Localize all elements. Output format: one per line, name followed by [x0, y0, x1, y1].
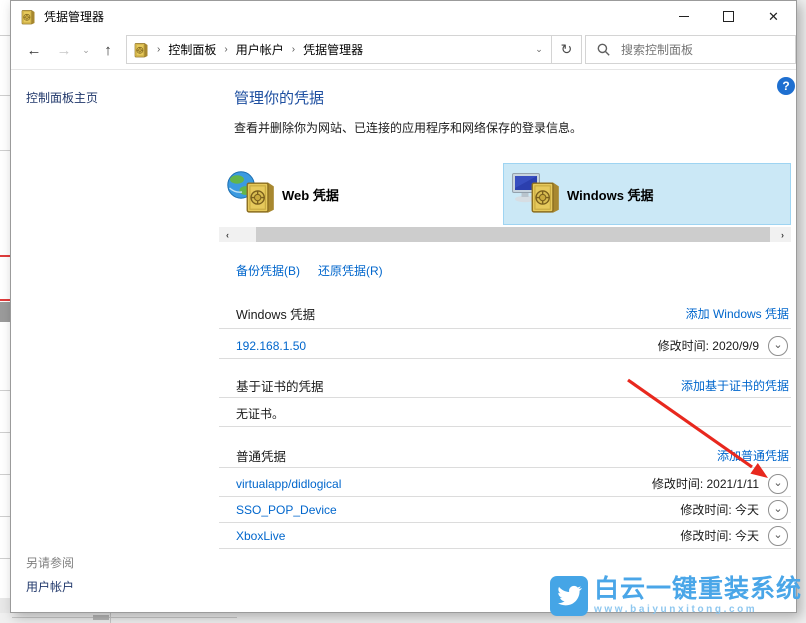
- minimize-icon: [679, 16, 689, 17]
- scrollbar-track[interactable]: [236, 227, 774, 242]
- tab-label: Windows 凭据: [567, 185, 654, 204]
- credential-row: SSO_POP_Device 修改时间: 今天 ⌄: [219, 497, 791, 522]
- scroll-left-icon[interactable]: ‹: [219, 227, 236, 242]
- divider: [219, 358, 791, 359]
- divider: [219, 548, 791, 549]
- credential-name-link[interactable]: virtualapp/didlogical: [236, 477, 341, 491]
- refresh-button[interactable]: ↻: [551, 36, 581, 63]
- backup-credentials-link[interactable]: 备份凭据(B): [236, 262, 300, 279]
- breadcrumb-user-accounts[interactable]: 用户帐户: [236, 41, 284, 58]
- credential-row: XboxLive 修改时间: 今天 ⌄: [219, 523, 791, 548]
- expand-chevron-button[interactable]: ⌄: [768, 474, 788, 494]
- modified-time: 修改时间: 2021/1/11: [652, 475, 759, 492]
- section-title: 普通凭据: [236, 446, 286, 465]
- scroll-right-icon[interactable]: ›: [774, 227, 791, 242]
- sidebar-item-user-accounts[interactable]: 用户帐户: [26, 578, 74, 595]
- modified-time: 修改时间: 今天: [680, 501, 759, 518]
- section-title: Windows 凭据: [236, 304, 315, 323]
- divider: [219, 426, 791, 427]
- credential-name-link[interactable]: SSO_POP_Device: [236, 503, 337, 517]
- back-button[interactable]: ←: [21, 32, 47, 68]
- section-windows-credentials: Windows 凭据 添加 Windows 凭据: [219, 304, 791, 322]
- divider: [219, 467, 791, 468]
- close-icon: ✕: [768, 10, 779, 23]
- app-safe-icon: [20, 9, 36, 25]
- address-bar[interactable]: › 控制面板 › 用户帐户 › 凭据管理器 ⌄ ↻: [126, 35, 582, 64]
- section-certificate-credentials: 基于证书的凭据 添加基于证书的凭据: [219, 376, 791, 394]
- web-credentials-icon: [226, 170, 278, 218]
- add-windows-credential-link[interactable]: 添加 Windows 凭据: [686, 305, 789, 322]
- credential-name-link[interactable]: XboxLive: [236, 529, 285, 543]
- maximize-icon: [723, 11, 734, 22]
- windows-credentials-icon: [511, 170, 563, 218]
- address-safe-icon: [133, 42, 149, 58]
- breadcrumb-separator-icon: ›: [149, 44, 168, 55]
- scrollbar-thumb[interactable]: [256, 227, 770, 242]
- breadcrumb-credential-manager[interactable]: 凭据管理器: [303, 41, 363, 58]
- add-generic-credential-link[interactable]: 添加普通凭据: [717, 447, 789, 464]
- up-button[interactable]: ↑: [95, 32, 121, 68]
- breadcrumb-separator-icon: ›: [284, 44, 303, 55]
- divider: [219, 328, 791, 329]
- no-certificates-text: 无证书。: [236, 405, 284, 422]
- history-dropdown-icon[interactable]: ⌄: [78, 32, 94, 68]
- breadcrumb-control-panel[interactable]: 控制面板: [168, 41, 216, 58]
- modified-time: 修改时间: 今天: [680, 527, 759, 544]
- section-generic-credentials: 普通凭据 添加普通凭据: [219, 446, 791, 464]
- navigation-bar: ← → ⌄ ↑ › 控制面板 › 用户帐户 › 凭据管理器 ⌄ ↻: [11, 32, 796, 70]
- tab-windows-credentials[interactable]: Windows 凭据: [503, 163, 791, 225]
- background-taskbar-strip: [0, 613, 806, 623]
- expand-chevron-button[interactable]: ⌄: [768, 526, 788, 546]
- credential-manager-window: 凭据管理器 ✕ ← → ⌄ ↑ › 控制面板 › 用户帐户 › 凭据管理器 ⌄ …: [10, 0, 797, 613]
- page-title: 管理你的凭据: [234, 87, 324, 108]
- forward-button[interactable]: →: [51, 32, 77, 68]
- modified-time: 修改时间: 2020/9/9: [658, 337, 759, 354]
- search-input[interactable]: [619, 42, 773, 58]
- search-box[interactable]: [585, 35, 796, 64]
- section-title: 基于证书的凭据: [236, 376, 324, 395]
- page-subtitle: 查看并删除你为网站、已连接的应用程序和网络保存的登录信息。: [234, 119, 582, 136]
- add-certificate-credential-link[interactable]: 添加基于证书的凭据: [681, 377, 789, 394]
- restore-credentials-link[interactable]: 还原凭据(R): [318, 262, 383, 279]
- help-button[interactable]: ?: [777, 77, 795, 95]
- maximize-button[interactable]: [706, 1, 751, 32]
- breadcrumb-separator-icon: ›: [216, 44, 235, 55]
- credential-row: virtualapp/didlogical 修改时间: 2021/1/11 ⌄: [219, 471, 791, 496]
- tab-label: Web 凭据: [282, 185, 339, 204]
- tab-web-credentials[interactable]: Web 凭据: [219, 163, 499, 225]
- expand-chevron-button[interactable]: ⌄: [768, 336, 788, 356]
- sidebar-item-control-panel-home[interactable]: 控制面板主页: [26, 89, 98, 106]
- close-button[interactable]: ✕: [751, 1, 796, 32]
- see-also-heading: 另请参阅: [26, 554, 74, 571]
- divider: [219, 397, 791, 398]
- window-title: 凭据管理器: [44, 8, 104, 25]
- expand-chevron-button[interactable]: ⌄: [768, 500, 788, 520]
- horizontal-scrollbar[interactable]: ‹ ›: [219, 227, 791, 242]
- minimize-button[interactable]: [661, 1, 706, 32]
- credential-name-link[interactable]: 192.168.1.50: [236, 339, 306, 353]
- credential-row: 192.168.1.50 修改时间: 2020/9/9 ⌄: [219, 333, 791, 358]
- address-dropdown-icon[interactable]: ⌄: [527, 44, 551, 55]
- search-icon: [597, 43, 610, 56]
